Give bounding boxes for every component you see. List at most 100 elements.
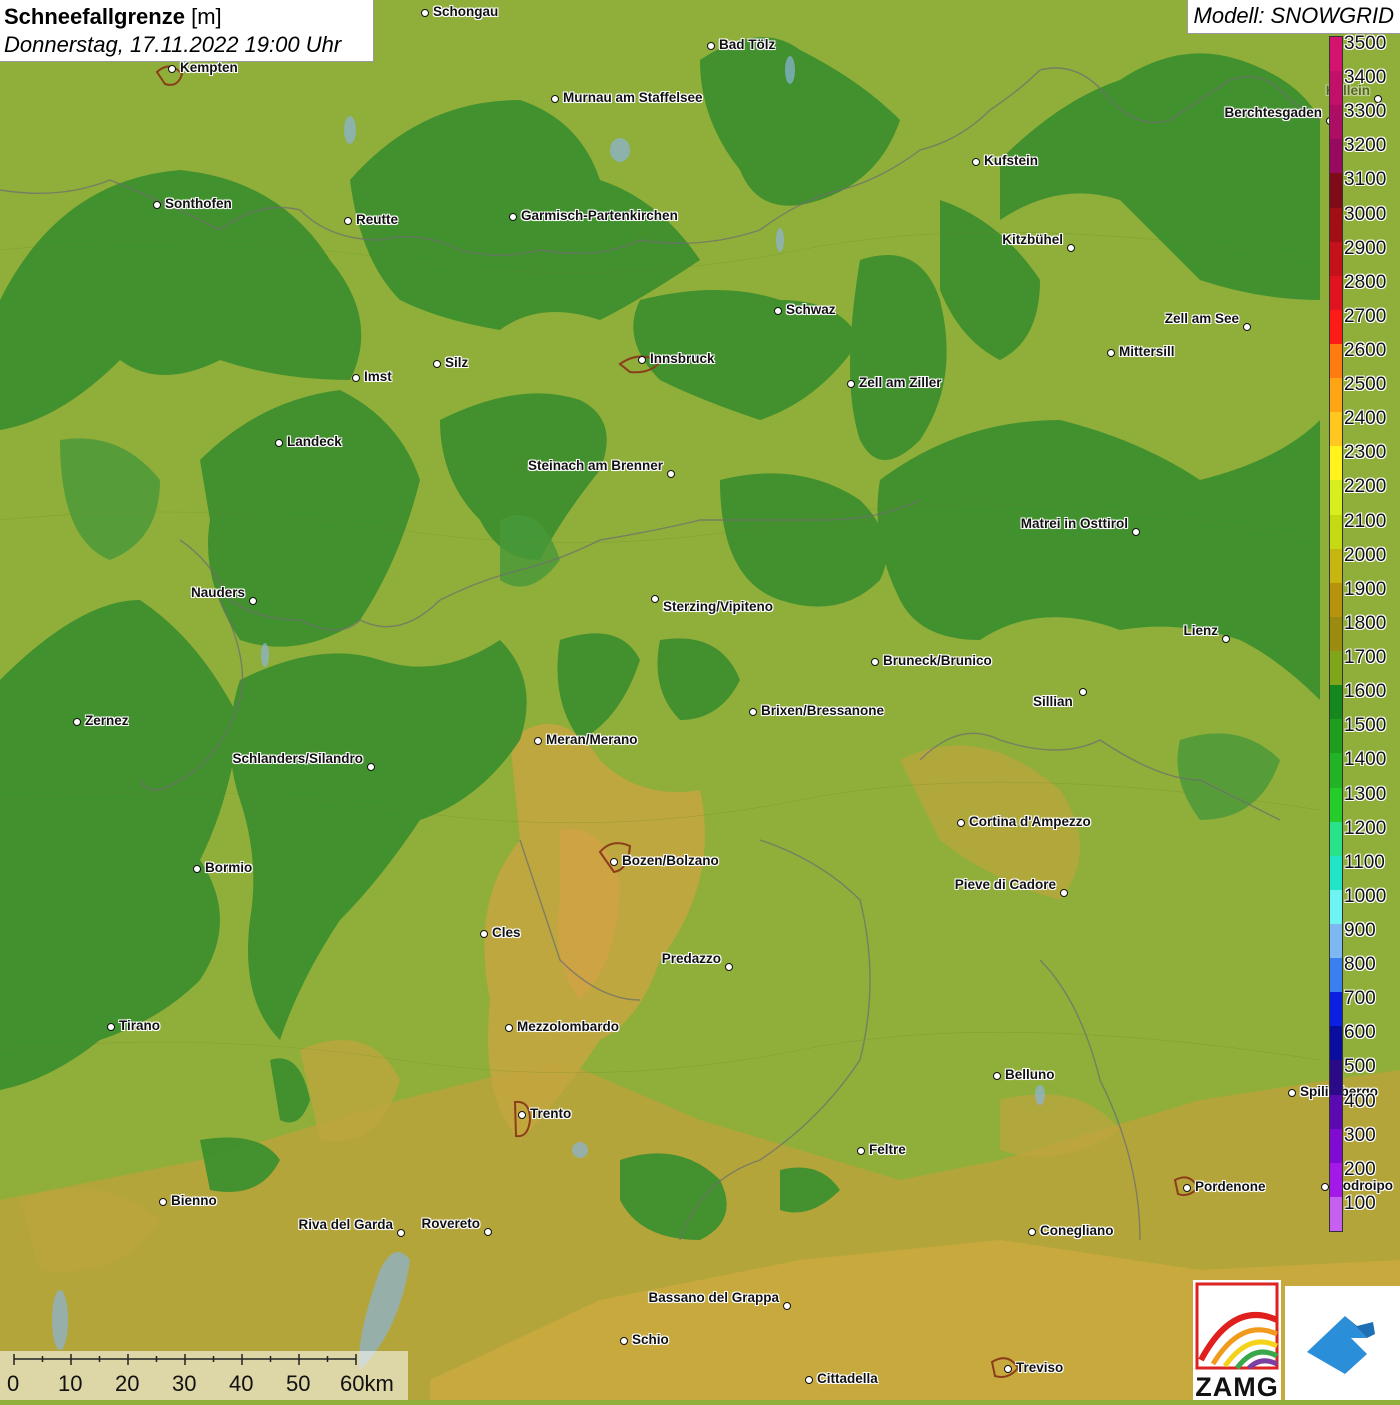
legend-swatch: [1330, 207, 1342, 243]
legend-value: 2000: [1344, 544, 1387, 566]
city-marker: [957, 819, 965, 827]
city-label: Landeck: [287, 434, 342, 449]
legend-swatch: [1330, 446, 1342, 481]
city-marker: [249, 597, 257, 605]
city-label: Matrei in Osttirol: [1020, 516, 1128, 531]
legend-swatch: [1330, 616, 1342, 652]
legend-swatch: [1330, 480, 1342, 516]
city-marker: [1321, 1183, 1329, 1191]
city-label: Imst: [364, 369, 392, 384]
city-label: Rovereto: [421, 1216, 480, 1231]
zamg-rainbow-icon: [1195, 1282, 1279, 1370]
city-marker: [480, 930, 488, 938]
scale-tick: 60km: [340, 1371, 394, 1396]
city-label: Feltre: [869, 1142, 906, 1157]
legend-value: 2400: [1344, 408, 1387, 430]
city-label: Innsbruck: [650, 351, 715, 366]
city-marker: [1288, 1089, 1296, 1097]
city-marker: [1107, 349, 1115, 357]
legend-swatch: [1330, 958, 1342, 993]
city-label: Sonthofen: [165, 196, 232, 211]
city-label: Bad Tölz: [719, 37, 776, 52]
legend-value: 100: [1344, 1192, 1376, 1214]
city-marker: [707, 42, 715, 50]
legend-swatch: [1330, 685, 1342, 720]
scale-tick: 0: [7, 1371, 20, 1396]
city-marker: [749, 708, 757, 716]
map-subtitle-date: Donnerstag, 17.11.2022 19:00 Uhr: [4, 32, 342, 57]
legend-value: 700: [1344, 988, 1376, 1010]
scale-tick: 50: [286, 1371, 311, 1396]
legend-value: 1000: [1344, 885, 1387, 907]
city-marker: [534, 737, 542, 745]
city-marker: [518, 1111, 526, 1119]
city-marker: [1067, 244, 1075, 252]
city-marker: [159, 1198, 167, 1206]
legend-swatch: [1330, 1196, 1342, 1232]
legend-swatch: [1330, 1128, 1342, 1164]
legend-swatch: [1330, 582, 1342, 618]
city-label: Murnau am Staffelsee: [563, 90, 703, 105]
city-label: Bienno: [171, 1193, 217, 1208]
legend-value: 2600: [1344, 340, 1387, 362]
city-marker: [505, 1024, 513, 1032]
zamg-logo[interactable]: ZAMG: [1193, 1280, 1281, 1402]
city-marker: [1183, 1184, 1191, 1192]
legend-swatch: [1330, 923, 1342, 959]
city-marker: [774, 307, 782, 315]
legend-value: 1800: [1344, 612, 1387, 634]
city-marker: [871, 658, 879, 666]
legend-swatch: [1330, 514, 1342, 550]
legend-value: 1100: [1344, 851, 1385, 873]
city-marker: [1132, 528, 1140, 536]
city-marker: [421, 9, 429, 17]
city-marker: [367, 763, 375, 771]
city-label: Zernez: [85, 713, 129, 728]
legend-swatch: [1330, 787, 1342, 823]
city-marker: [168, 65, 176, 73]
city-label: Nauders: [190, 585, 245, 600]
legend-value: 2200: [1344, 476, 1387, 498]
city-label: Cles: [492, 925, 521, 940]
legend-value: 1500: [1344, 715, 1387, 737]
geosphere-logo[interactable]: [1285, 1286, 1400, 1400]
legend-value: 2300: [1344, 442, 1387, 464]
legend-swatch: [1330, 992, 1342, 1027]
legend-swatch: [1330, 1094, 1342, 1130]
map-title: Schneefallgrenze [m]: [4, 4, 222, 29]
legend-value: 1700: [1344, 647, 1387, 669]
legend-swatch: [1330, 37, 1342, 72]
city-label: Sterzing/Vipiteno: [663, 599, 774, 614]
legend-swatch: [1330, 821, 1342, 857]
legend-value: 1900: [1344, 578, 1387, 600]
city-label: Schlanders/Silandro: [232, 751, 363, 766]
city-marker: [651, 595, 659, 603]
city-label: Pieve di Cadore: [954, 877, 1056, 892]
city-marker: [1243, 323, 1251, 331]
legend-value: 500: [1344, 1056, 1376, 1078]
city-label: Kitzbühel: [1002, 232, 1063, 247]
scale-bar: 0 10 20 30 40 50 60km: [0, 1351, 408, 1400]
legend-swatch: [1330, 378, 1342, 413]
color-legend: [1329, 36, 1343, 1232]
legend-swatch: [1330, 173, 1342, 209]
legend-swatch: [1330, 139, 1342, 174]
legend-value: 3500: [1344, 33, 1387, 54]
city-label: Zell am See: [1164, 311, 1239, 326]
city-marker: [344, 217, 352, 225]
city-label: Bozen/Bolzano: [622, 853, 719, 868]
city-marker: [725, 963, 733, 971]
scale-tick: 30: [172, 1371, 197, 1396]
legend-swatch: [1330, 753, 1342, 788]
city-label: Predazzo: [661, 951, 721, 966]
city-marker: [993, 1072, 1001, 1080]
city-marker: [638, 356, 646, 364]
city-label: Mittersill: [1119, 344, 1175, 359]
scale-tick: 20: [115, 1371, 140, 1396]
legend-swatch: [1330, 309, 1342, 345]
city-label: Riva del Garda: [298, 1217, 393, 1232]
city-label: Schio: [632, 1332, 669, 1347]
model-label: Modell: SNOWGRID: [1186, 0, 1400, 34]
legend-swatch: [1330, 275, 1342, 311]
city-label: Garmisch-Partenkirchen: [521, 208, 678, 223]
